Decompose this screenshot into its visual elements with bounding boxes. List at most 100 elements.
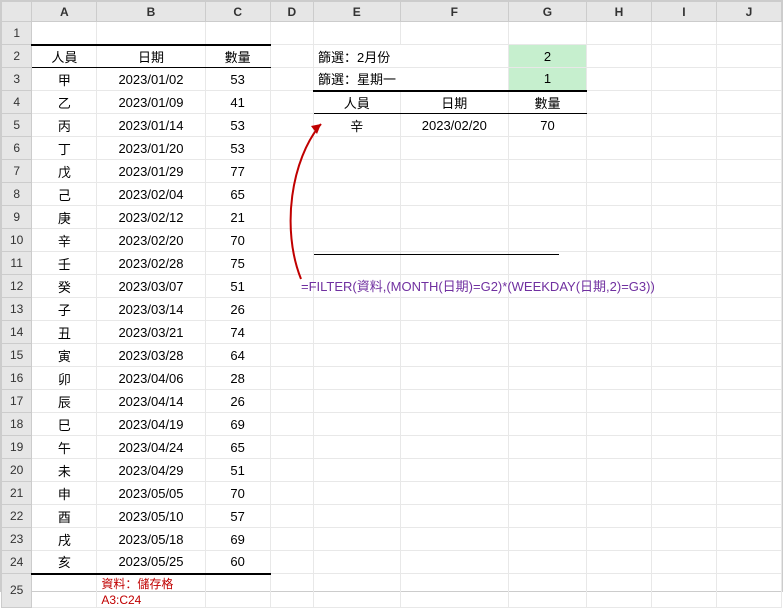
rowhead-1[interactable]: 1 xyxy=(2,22,32,45)
cell-B21[interactable]: 2023/05/05 xyxy=(97,482,205,505)
cell-I12[interactable] xyxy=(651,275,716,298)
cell-I1[interactable] xyxy=(651,22,716,45)
cell-E8[interactable] xyxy=(313,183,400,206)
rowhead-12[interactable]: 12 xyxy=(2,275,32,298)
cell-G17[interactable] xyxy=(508,390,586,413)
cell-D5[interactable] xyxy=(270,114,313,137)
cell-J21[interactable] xyxy=(716,482,781,505)
cell-C1[interactable] xyxy=(205,22,270,45)
cell-H22[interactable] xyxy=(586,505,651,528)
cell-F21[interactable] xyxy=(400,482,508,505)
cell-J9[interactable] xyxy=(716,206,781,229)
cell-I18[interactable] xyxy=(651,413,716,436)
cell-I3[interactable] xyxy=(651,68,716,91)
cell-B8[interactable]: 2023/02/04 xyxy=(97,183,205,206)
cell-I14[interactable] xyxy=(651,321,716,344)
cell-I16[interactable] xyxy=(651,367,716,390)
cell-E9[interactable] xyxy=(313,206,400,229)
cell-C14[interactable]: 74 xyxy=(205,321,270,344)
cell-A25[interactable] xyxy=(32,574,97,608)
cell-B20[interactable]: 2023/04/29 xyxy=(97,459,205,482)
cell-B10[interactable]: 2023/02/20 xyxy=(97,229,205,252)
cell-A7[interactable]: 戊 xyxy=(32,160,97,183)
rowhead-16[interactable]: 16 xyxy=(2,367,32,390)
cell-G24[interactable] xyxy=(508,551,586,574)
cell-G22[interactable] xyxy=(508,505,586,528)
cell-D24[interactable] xyxy=(270,551,313,574)
cell-H5[interactable] xyxy=(586,114,651,137)
cell-A10[interactable]: 辛 xyxy=(32,229,97,252)
cell-C20[interactable]: 51 xyxy=(205,459,270,482)
cell-A2[interactable]: 人員 xyxy=(32,45,97,68)
cell-J24[interactable] xyxy=(716,551,781,574)
corner-cell[interactable] xyxy=(2,2,32,22)
cell-I5[interactable] xyxy=(651,114,716,137)
cell-E25[interactable] xyxy=(313,574,400,608)
cell-I8[interactable] xyxy=(651,183,716,206)
rowhead-14[interactable]: 14 xyxy=(2,321,32,344)
cell-H14[interactable] xyxy=(586,321,651,344)
cell-J1[interactable] xyxy=(716,22,781,45)
cell-C15[interactable]: 64 xyxy=(205,344,270,367)
cell-I6[interactable] xyxy=(651,137,716,160)
cell-F16[interactable] xyxy=(400,367,508,390)
rowhead-18[interactable]: 18 xyxy=(2,413,32,436)
cell-E19[interactable] xyxy=(313,436,400,459)
rowhead-3[interactable]: 3 xyxy=(2,68,32,91)
cell-B6[interactable]: 2023/01/20 xyxy=(97,137,205,160)
cell-H25[interactable] xyxy=(586,574,651,608)
cell-H6[interactable] xyxy=(586,137,651,160)
cell-C10[interactable]: 70 xyxy=(205,229,270,252)
rowhead-7[interactable]: 7 xyxy=(2,160,32,183)
cell-I21[interactable] xyxy=(651,482,716,505)
cell-H7[interactable] xyxy=(586,160,651,183)
cell-C24[interactable]: 60 xyxy=(205,551,270,574)
cell-F1[interactable] xyxy=(400,22,508,45)
cell-J3[interactable] xyxy=(716,68,781,91)
grid-table[interactable]: A B C D E F G H I J 12人員日期數量篩選：2月份23甲202… xyxy=(1,1,782,608)
cell-E17[interactable] xyxy=(313,390,400,413)
cell-H8[interactable] xyxy=(586,183,651,206)
cell-D6[interactable] xyxy=(270,137,313,160)
cell-F24[interactable] xyxy=(400,551,508,574)
cell-E4[interactable]: 人員 xyxy=(313,91,400,114)
cell-G6[interactable] xyxy=(508,137,586,160)
cell-C5[interactable]: 53 xyxy=(205,114,270,137)
cell-C21[interactable]: 70 xyxy=(205,482,270,505)
cell-I22[interactable] xyxy=(651,505,716,528)
cell-I17[interactable] xyxy=(651,390,716,413)
cell-C16[interactable]: 28 xyxy=(205,367,270,390)
cell-F6[interactable] xyxy=(400,137,508,160)
cell-E10[interactable] xyxy=(313,229,400,252)
cell-G15[interactable] xyxy=(508,344,586,367)
cell-J11[interactable] xyxy=(716,252,781,275)
cell-G21[interactable] xyxy=(508,482,586,505)
rowhead-6[interactable]: 6 xyxy=(2,137,32,160)
cell-G4[interactable]: 數量 xyxy=(508,91,586,114)
cell-G19[interactable] xyxy=(508,436,586,459)
cell-C23[interactable]: 69 xyxy=(205,528,270,551)
cell-G5[interactable]: 70 xyxy=(508,114,586,137)
cell-E15[interactable] xyxy=(313,344,400,367)
cell-B2[interactable]: 日期 xyxy=(97,45,205,68)
cell-F13[interactable] xyxy=(400,298,508,321)
cell-F4[interactable]: 日期 xyxy=(400,91,508,114)
cell-A12[interactable]: 癸 xyxy=(32,275,97,298)
cell-A20[interactable]: 未 xyxy=(32,459,97,482)
cell-E13[interactable] xyxy=(313,298,400,321)
col-I[interactable]: I xyxy=(651,2,716,22)
rowhead-21[interactable]: 21 xyxy=(2,482,32,505)
cell-J6[interactable] xyxy=(716,137,781,160)
cell-H9[interactable] xyxy=(586,206,651,229)
cell-J25[interactable] xyxy=(716,574,781,608)
cell-J17[interactable] xyxy=(716,390,781,413)
cell-B7[interactable]: 2023/01/29 xyxy=(97,160,205,183)
cell-E6[interactable] xyxy=(313,137,400,160)
cell-A22[interactable]: 酉 xyxy=(32,505,97,528)
cell-G10[interactable] xyxy=(508,229,586,252)
cell-I7[interactable] xyxy=(651,160,716,183)
cell-D25[interactable] xyxy=(270,574,313,608)
rowhead-10[interactable]: 10 xyxy=(2,229,32,252)
cell-J18[interactable] xyxy=(716,413,781,436)
rowhead-9[interactable]: 9 xyxy=(2,206,32,229)
